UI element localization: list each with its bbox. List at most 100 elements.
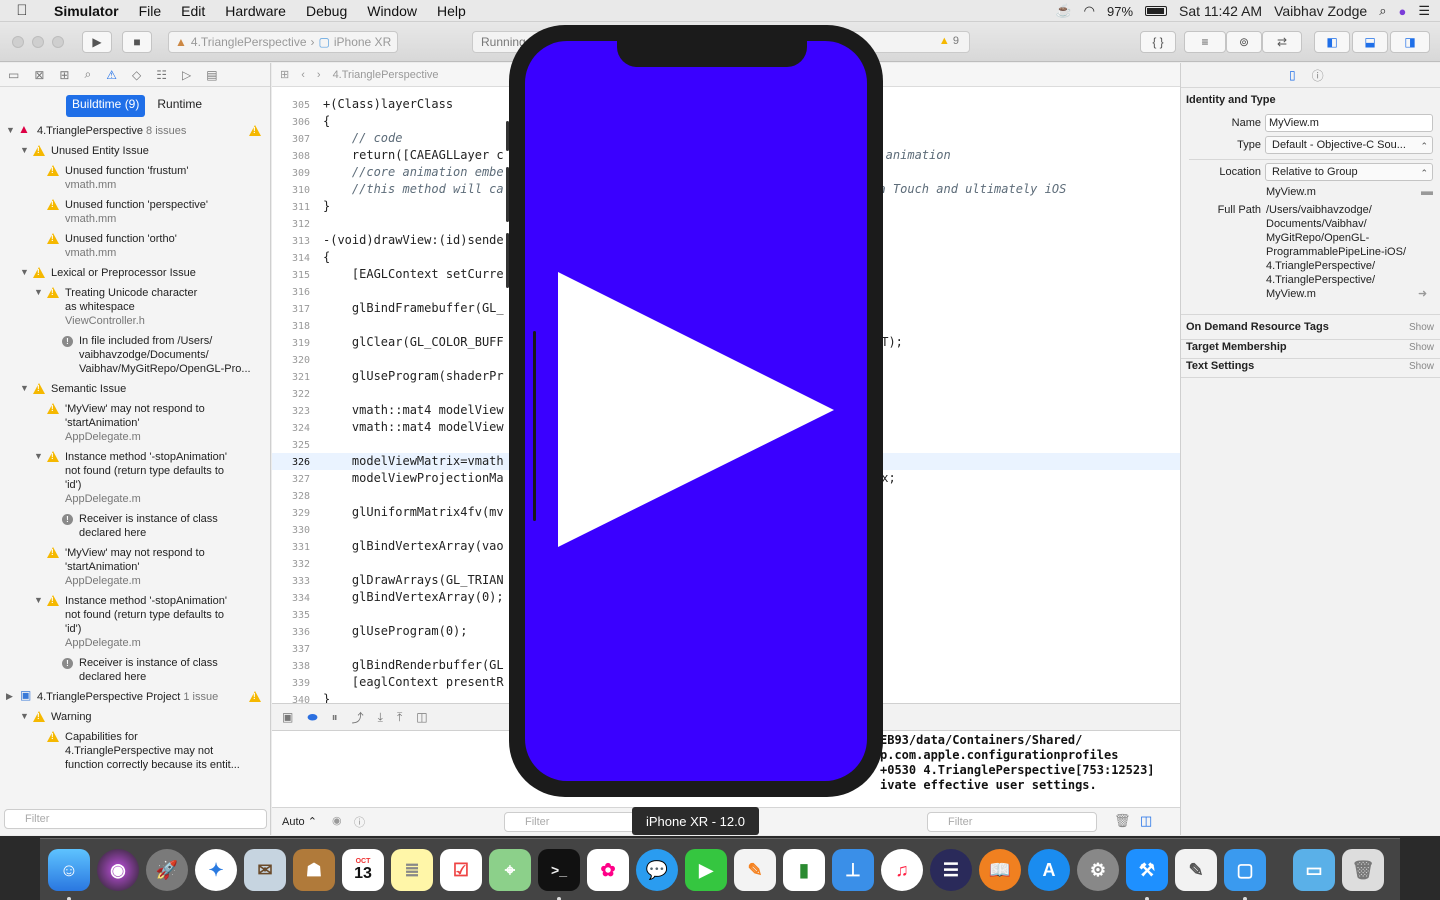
numbers-icon[interactable]: ▮ [783,849,825,891]
menu-edit[interactable]: Edit [171,3,215,19]
line-number[interactable]: 307 [272,131,310,148]
list-item[interactable]: Treating Unicode character as whitespace V… [65,286,197,328]
line-number[interactable]: 320 [272,352,310,369]
line-number[interactable]: 315 [272,267,310,284]
test-icon[interactable]: ◇ [132,68,141,82]
list-item[interactable]: Capabilities for 4.TrianglePerspective ma… [65,730,240,772]
menu-window[interactable]: Window [357,3,427,19]
menu-hardware[interactable]: Hardware [215,3,296,19]
line-number[interactable]: 314 [272,250,310,267]
menu-help[interactable]: Help [427,3,476,19]
list-item[interactable]: Lexical or Preprocessor Issue [51,266,196,280]
disclosure-triangle-icon[interactable]: ▼ [34,595,43,605]
folder-icon[interactable]: ▭ [8,68,19,82]
library-button[interactable]: { } [1140,31,1176,53]
debug-icon[interactable]: ☷ [156,68,167,82]
reminders-icon[interactable]: ☑ [440,849,482,891]
breadcrumb[interactable]: 4.TrianglePerspective [333,69,439,81]
list-item[interactable]: 'MyView' may not respond to 'startAnimati… [65,402,205,444]
menu-file[interactable]: File [129,3,172,19]
line-number[interactable]: 311 [272,199,310,216]
line-number[interactable]: 332 [272,556,310,573]
folder-icon[interactable]: ▬ [1421,184,1433,198]
mute-switch[interactable] [506,121,509,151]
related-items-icon[interactable]: ⊞ [280,68,289,81]
list-item[interactable]: 4.TrianglePerspective 8 issues [37,124,186,138]
assistant-editor-button[interactable]: ⊚ [1226,31,1262,53]
menu-app-name[interactable]: Simulator [44,3,129,19]
console-filter-input[interactable]: Filter [927,812,1097,832]
menubar-clock[interactable]: Sat 11:42 AM [1179,3,1262,19]
report-icon[interactable]: ▤ [206,68,217,82]
forward-arrow-icon[interactable]: › [317,69,321,81]
simulator-screen[interactable] [525,41,867,781]
line-number[interactable]: 313 [272,233,310,250]
type-popup[interactable]: Default - Objective-C Sou... [1265,136,1433,154]
disclosure-triangle-icon[interactable]: ▼ [20,267,29,277]
textedit-icon[interactable]: ✎ [1175,849,1217,891]
back-arrow-icon[interactable]: ‹ [301,69,305,81]
line-number[interactable]: 312 [272,216,310,233]
line-number[interactable]: 324 [272,420,310,437]
window-close-button[interactable] [12,36,24,48]
siri-icon[interactable]: ● [1398,4,1406,19]
breakpoint-icon[interactable]: ▷ [182,68,191,82]
disclosure-triangle-icon[interactable]: ▼ [20,711,29,721]
line-number[interactable]: 325 [272,437,310,454]
line-number[interactable]: 328 [272,488,310,505]
volume-down-button[interactable] [506,233,509,288]
disclosure-triangle-icon[interactable]: ▼ [34,451,43,461]
menubar-user[interactable]: Vaibhav Zodge [1274,3,1367,19]
line-number[interactable]: 330 [272,522,310,539]
line-number[interactable]: 321 [272,369,310,386]
line-number[interactable]: 339 [272,675,310,692]
show-text-settings-button[interactable]: Show [1409,361,1434,372]
simulator-icon[interactable]: ▢ [1224,849,1266,891]
messages-icon[interactable]: 💬 [636,849,678,891]
notes-icon[interactable]: ≣ [391,849,433,891]
tab-buildtime[interactable]: Buildtime (9) [66,95,146,117]
battery-percent[interactable]: 97% [1107,4,1133,19]
line-number[interactable]: 318 [272,318,310,335]
itunes-icon[interactable]: ♫ [881,849,923,891]
line-number[interactable]: 317 [272,301,310,318]
section-text-settings[interactable]: Text Settings [1186,360,1254,372]
line-number[interactable]: 333 [272,573,310,590]
disclosure-triangle-icon[interactable]: ▼ [20,145,29,155]
list-item[interactable]: Receiver is instance of class declared he… [79,512,218,540]
show-target-button[interactable]: Show [1409,342,1434,353]
disclosure-triangle-icon[interactable]: ▼ [6,125,15,135]
line-number[interactable]: 334 [272,590,310,607]
location-popup[interactable]: Relative to Group [1265,163,1433,181]
window-minimize-button[interactable] [32,36,44,48]
list-item[interactable]: Warning [51,710,92,724]
navigator-filter-input[interactable]: Filter [4,809,267,829]
list-item[interactable]: Instance method '-stopAnimation' not foun… [65,450,227,506]
list-item[interactable]: 'MyView' may not respond to 'startAnimati… [65,546,205,588]
disclosure-triangle-icon[interactable]: ▼ [34,287,43,297]
photos-icon[interactable]: ✿ [587,849,629,891]
toggle-inspector-button[interactable]: ◨ [1390,31,1430,53]
trash-icon[interactable]: 🗑 [1342,849,1384,891]
file-inspector-icon[interactable]: ▯ [1289,68,1296,82]
line-number[interactable]: 327 [272,471,310,488]
split-view-icon[interactable]: ◫ [1140,813,1152,829]
calendar-icon[interactable]: OCT 13 [342,849,384,891]
list-item[interactable]: Semantic Issue [51,382,126,396]
console-scope-popup[interactable]: Auto ⌃ [282,815,317,828]
line-number[interactable]: 305 [272,97,310,114]
reveal-arrow-icon[interactable]: ➜ [1418,287,1427,300]
safari-icon[interactable]: ✦ [195,849,237,891]
launchpad-icon[interactable]: 🚀 [146,849,188,891]
section-on-demand-tags[interactable]: On Demand Resource Tags [1186,321,1329,333]
facetime-icon[interactable]: ▶ [685,849,727,891]
line-number[interactable]: 326 [272,454,310,471]
volume-up-button[interactable] [506,167,509,222]
quick-help-icon[interactable]: ⓘ [1312,67,1324,84]
view-hierarchy-icon[interactable]: ◫ [416,710,427,724]
siri-icon[interactable]: ◉ [97,849,139,891]
breakpoints-toggle-icon[interactable]: ⬬ [307,710,317,725]
terminal-icon[interactable]: >_ [538,849,580,891]
spotlight-search-icon[interactable]: ⌕ [1379,3,1386,19]
ibooks-icon[interactable]: 📖 [979,849,1021,891]
